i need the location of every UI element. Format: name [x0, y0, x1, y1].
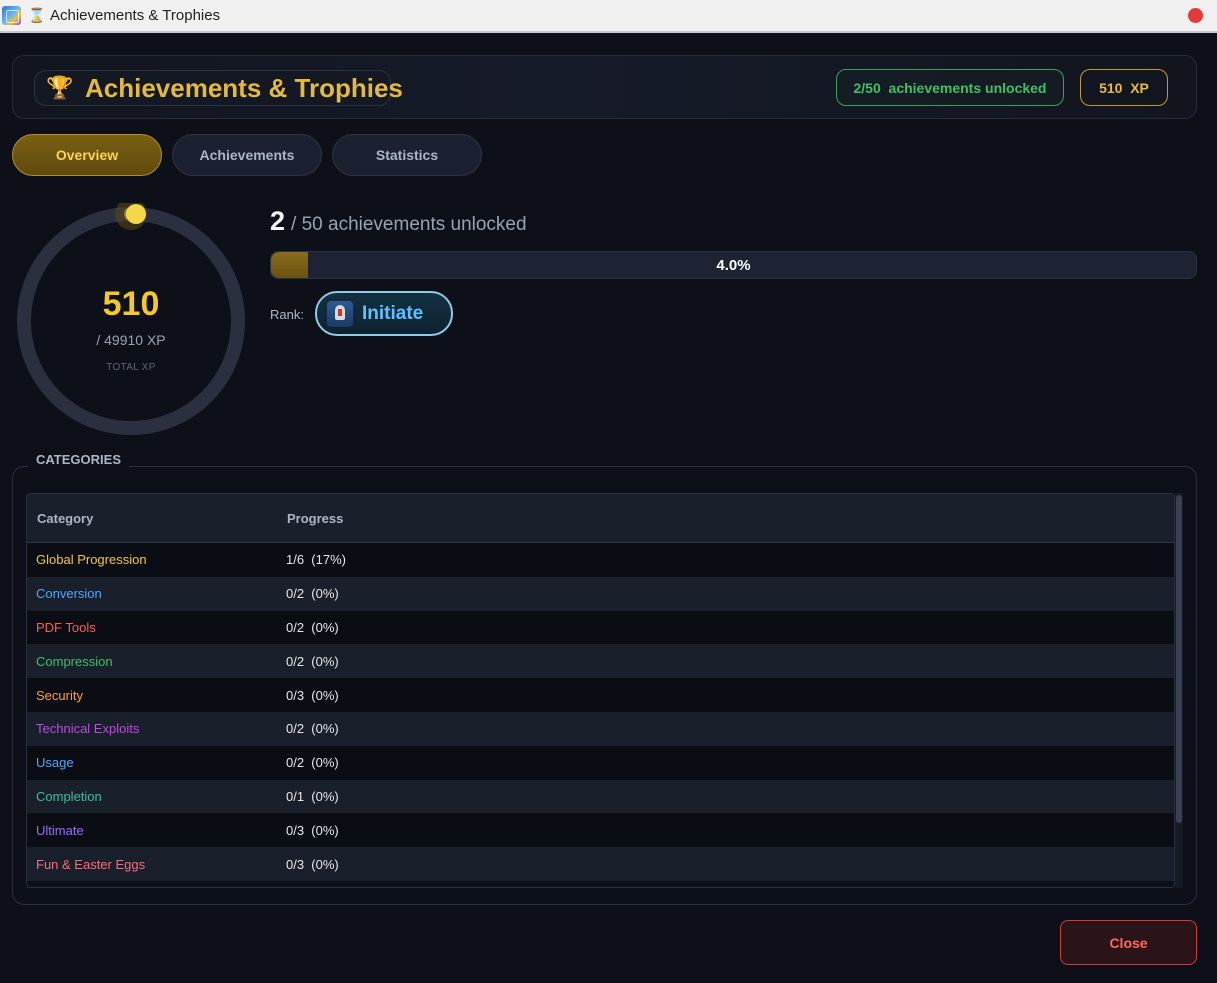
category-name: Ultimate: [36, 822, 84, 838]
table-scrollbar-thumb[interactable]: [1176, 495, 1182, 823]
total-xp-caption: TOTAL XP: [106, 362, 156, 373]
tab-achievements[interactable]: Achievements: [172, 134, 322, 176]
category-progress: 0/2 (0%): [286, 755, 339, 771]
app-icon: [2, 6, 21, 25]
achievements-unlocked-badge: 2/50 achievements unlocked: [836, 69, 1064, 106]
categories-title: CATEGORIES: [28, 452, 129, 467]
header-panel: 🏆 Achievements & Trophies 2/50 achieveme…: [12, 55, 1197, 119]
table-row: Technical Exploits 0/2 (0%): [27, 711, 1174, 746]
page-title: Achievements & Trophies: [85, 72, 403, 103]
table-row: Conversion 0/2 (0%): [27, 576, 1174, 611]
table-row: PDF Tools 0/2 (0%): [27, 610, 1174, 645]
category-progress: 0/1 (0%): [286, 788, 339, 804]
column-header-category: Category: [37, 510, 94, 526]
title-pill: 🏆 Achievements & Trophies: [34, 70, 403, 106]
rank-badge: Initiate: [315, 291, 453, 336]
xp-badge-text: 510 XP: [1099, 79, 1149, 96]
table-scrollbar[interactable]: [1175, 493, 1183, 888]
category-name: Security: [36, 687, 83, 703]
category-name: PDF Tools: [36, 619, 96, 635]
window-close-button[interactable]: [1188, 8, 1203, 23]
rank-label: Rank:: [270, 307, 304, 322]
total-xp-value: 510: [102, 285, 160, 323]
category-progress: 0/2 (0%): [286, 653, 339, 669]
table-row: Usage 0/2 (0%): [27, 745, 1174, 780]
close-button[interactable]: Close: [1060, 920, 1197, 965]
xp-ring-knob: [126, 204, 146, 224]
category-progress: 0/3 (0%): [286, 856, 339, 872]
category-name: Completion: [36, 788, 102, 804]
overall-progress-bar: 4.0%: [270, 251, 1197, 279]
category-progress: 0/3 (0%): [286, 687, 339, 703]
category-progress: 0/3 (0%): [286, 822, 339, 838]
knight-helmet-icon: [327, 300, 353, 327]
category-name: Fun & Easter Eggs: [36, 856, 146, 872]
category-progress: 1/6 (17%): [286, 552, 346, 568]
table-row: Ultimate 0/3 (0%): [27, 813, 1174, 848]
table-row: Compression 0/2 (0%): [27, 644, 1174, 679]
table-row: Completion 0/1 (0%): [27, 779, 1174, 814]
category-progress: 0/2 (0%): [286, 721, 339, 737]
category-name: Global Progression: [36, 552, 147, 568]
trophy-icon: 🏆: [46, 75, 74, 101]
category-name: Usage: [36, 755, 74, 771]
table-row: Global Progression 1/6 (17%): [27, 543, 1174, 577]
window-titlebar: ⌛ Achievements & Trophies: [0, 0, 1217, 33]
overall-progress-label: 4.0%: [716, 256, 751, 274]
tab-statistics[interactable]: Statistics: [332, 134, 482, 176]
total-xp-max: / 49910 XP: [96, 332, 166, 348]
xp-progress-ring: 510 / 49910 XP TOTAL XP: [13, 203, 249, 439]
achievements-unlocked-text: 2/50 achievements unlocked: [853, 79, 1047, 96]
categories-table: Category Progress Global Progression 1/6 …: [26, 493, 1175, 888]
category-name: Technical Exploits: [36, 721, 140, 737]
table-row: Security 0/3 (0%): [27, 678, 1174, 712]
category-name: Compression: [36, 653, 113, 669]
rank-name: Initiate: [362, 302, 424, 324]
column-header-progress: Progress: [287, 510, 344, 526]
unlocked-text: / 50 achievements unlocked: [291, 214, 527, 235]
hourglass-icon: ⌛: [28, 7, 46, 24]
category-progress: 0/2 (0%): [286, 619, 339, 635]
category-progress: 0/2 (0%): [286, 586, 339, 602]
table-body: Global Progression 1/6 (17%) Conversion 0/2…: [27, 543, 1174, 881]
tab-overview[interactable]: Overview: [12, 134, 162, 176]
xp-badge: 510 XP: [1080, 69, 1168, 106]
category-name: Conversion: [36, 586, 102, 602]
table-row: Fun & Easter Eggs 0/3 (0%): [27, 847, 1174, 881]
unlocked-count: 2: [270, 206, 286, 236]
window-title: Achievements & Trophies: [50, 7, 221, 24]
unlock-summary: 2 / 50 achievements unlocked: [270, 206, 527, 237]
table-header: Category Progress: [27, 494, 1174, 543]
